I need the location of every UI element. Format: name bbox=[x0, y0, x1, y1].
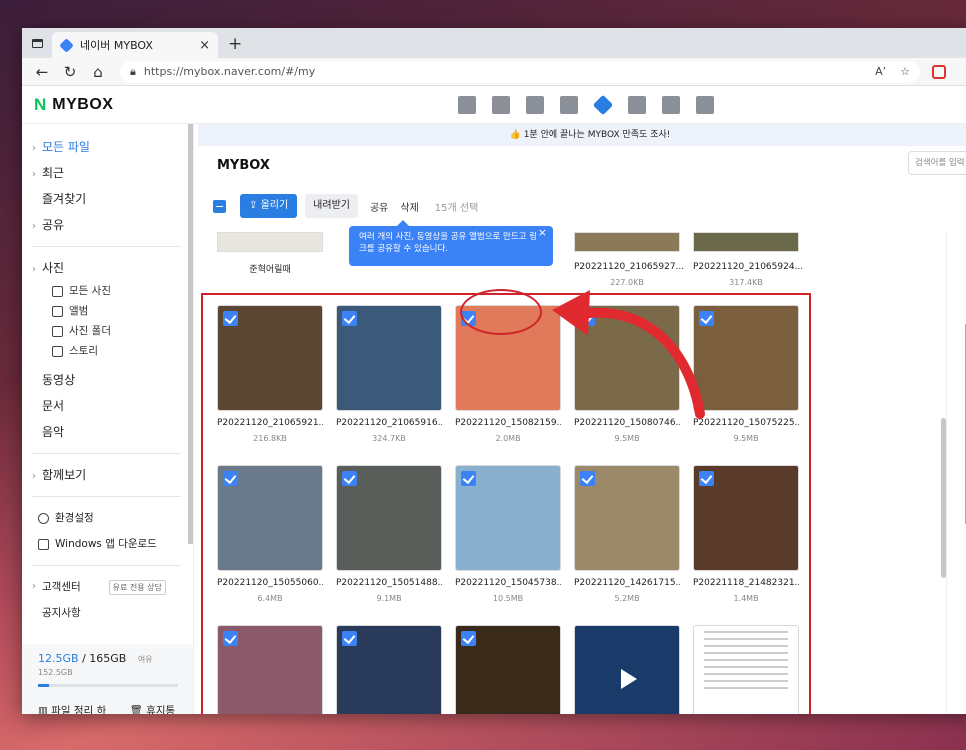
trash-link[interactable]: 🗑︎ 휴지통• bbox=[129, 703, 177, 714]
gear-icon bbox=[38, 512, 49, 524]
sidebar-item-together[interactable]: › 함께보기 bbox=[22, 462, 193, 488]
search-input[interactable]: 검색어를 입력 bbox=[908, 151, 966, 175]
divider bbox=[32, 453, 181, 454]
tab-close-icon[interactable]: × bbox=[199, 38, 210, 53]
detail-panel bbox=[946, 232, 966, 714]
divider bbox=[32, 246, 181, 247]
app-header: N MYBOX bbox=[22, 86, 966, 124]
upload-button[interactable]: ⇪ 올리기 bbox=[240, 194, 298, 218]
paid-support-badge[interactable]: 유료 전용 상담 bbox=[108, 579, 166, 595]
delete-button[interactable]: 삭제 bbox=[400, 199, 418, 214]
survey-banner[interactable]: 👍 1분 안에 끝나는 MYBOX 만족도 조사! bbox=[198, 124, 966, 146]
home-service-icon[interactable] bbox=[662, 96, 680, 114]
thumbs-up-icon: 👍 bbox=[509, 130, 521, 140]
memo-service-icon[interactable] bbox=[526, 96, 544, 114]
lock-icon: 🔒︎ bbox=[130, 64, 136, 78]
url-text: https://mybox.naver.com/#/my bbox=[143, 65, 316, 78]
mybox-favicon-icon bbox=[59, 37, 74, 53]
selected-count: 15개 선택 bbox=[434, 202, 479, 214]
sidebar-item-photo-folder[interactable]: 사진 폴더 bbox=[22, 321, 193, 341]
settings-link[interactable]: 환경설정 bbox=[22, 505, 193, 531]
address-bar-row: ← ↻ ⌂ 🔒︎ https://mybox.naver.com/#/my Aʼ… bbox=[22, 58, 966, 86]
sidebar-item-recent[interactable]: › 최근 bbox=[22, 160, 193, 186]
album-icon bbox=[52, 305, 63, 317]
calendar-service-icon[interactable] bbox=[492, 96, 510, 114]
service-switcher bbox=[458, 94, 714, 116]
divider bbox=[32, 496, 181, 497]
storage-bar bbox=[38, 684, 178, 687]
tab-title: 네이버 MYBOX bbox=[80, 39, 153, 52]
sidebar-item-all-photos[interactable]: 모든 사진 bbox=[22, 281, 193, 301]
sidebar-item-photos[interactable]: › 사진 bbox=[22, 255, 193, 281]
sidebar-item-documents[interactable]: 문서 bbox=[22, 393, 193, 419]
mybox-logo[interactable]: N MYBOX bbox=[34, 95, 113, 115]
url-field[interactable]: 🔒︎ https://mybox.naver.com/#/my Aʼ ☆ bbox=[120, 60, 920, 83]
notice-link[interactable]: 공지사항 bbox=[22, 600, 193, 626]
chart-icon: ▥ bbox=[38, 705, 52, 714]
monitor-icon bbox=[38, 538, 49, 550]
home-icon[interactable]: ⌂ bbox=[84, 63, 112, 81]
sidebar: › 모든 파일 › 최근 즐겨찾기 › 공유 › 사진 모든 사진 앨범 사진 폴더 스… bbox=[22, 124, 194, 714]
share-button[interactable]: 공유 bbox=[370, 199, 388, 214]
storage-panel: 12.5GB / 165GB 여유 152.5GB ▥ 파일 정리 하기 🗑︎ … bbox=[22, 644, 193, 714]
storage-bar-fill bbox=[38, 684, 49, 687]
sidebar-item-story[interactable]: 스토리 bbox=[22, 341, 193, 361]
select-all-checkbox[interactable] bbox=[213, 199, 226, 213]
read-aloud-icon[interactable]: Aʼ bbox=[875, 65, 886, 78]
windows-app-download-link[interactable]: Windows 앱 다운로드 bbox=[22, 531, 193, 557]
mybox-service-icon[interactable] bbox=[592, 94, 614, 116]
close-icon[interactable]: × bbox=[538, 227, 547, 239]
sidebar-item-album[interactable]: 앨범 bbox=[22, 301, 193, 321]
extension-icon[interactable] bbox=[932, 64, 946, 79]
sidebar-item-share[interactable]: › 공유 bbox=[22, 212, 193, 238]
tab-bar: 네이버 MYBOX × + bbox=[22, 28, 966, 58]
bookmark-service-icon[interactable] bbox=[696, 96, 714, 114]
contacts-service-icon[interactable] bbox=[560, 96, 578, 114]
main-area: › 모든 파일 › 최근 즐겨찾기 › 공유 › 사진 모든 사진 앨범 사진 폴더 스… bbox=[22, 124, 966, 714]
photo-icon bbox=[52, 285, 63, 297]
favorite-star-icon[interactable]: ☆ bbox=[900, 65, 910, 78]
annotation-arrow bbox=[552, 290, 705, 419]
divider bbox=[32, 565, 181, 566]
storage-usage: 12.5GB / 165GB 여유 152.5GB bbox=[38, 652, 153, 677]
back-icon[interactable]: ← bbox=[28, 63, 56, 81]
highlight-circle bbox=[460, 289, 542, 335]
naver-n-logo: N bbox=[34, 94, 47, 114]
sidebar-item-video[interactable]: 동영상 bbox=[22, 367, 193, 393]
sidebar-item-all-files[interactable]: › 모든 파일 bbox=[22, 134, 193, 160]
list-item[interactable]: 준혁어릴때 bbox=[217, 232, 323, 281]
sidebar-scrollbar[interactable] bbox=[188, 124, 193, 544]
sidebar-item-favorites[interactable]: 즐겨찾기 bbox=[22, 186, 193, 212]
grid-service-icon[interactable] bbox=[628, 96, 646, 114]
content-area: 👍 1분 안에 끝나는 MYBOX 만족도 조사! MYBOX 검색어를 입력 … bbox=[194, 124, 966, 714]
download-button[interactable]: 내려받기 bbox=[305, 194, 358, 218]
upload-icon: ⇪ bbox=[249, 200, 261, 211]
trash-icon: 🗑︎ bbox=[129, 705, 147, 714]
sidebar-item-music[interactable]: 음악 bbox=[22, 419, 193, 445]
refresh-icon[interactable]: ↻ bbox=[56, 63, 84, 81]
mail-service-icon[interactable] bbox=[458, 96, 476, 114]
organize-files-link[interactable]: ▥ 파일 정리 하기 bbox=[38, 703, 111, 714]
support-link[interactable]: › 고객센터 유료 전용 상담 bbox=[22, 574, 193, 600]
browser-tab[interactable]: 네이버 MYBOX × bbox=[52, 32, 218, 58]
new-tab-button[interactable]: + bbox=[228, 34, 242, 54]
logo-text: MYBOX bbox=[52, 95, 114, 113]
toolbar: ⇪ 올리기 내려받기 공유 삭제 15개 선택 bbox=[213, 194, 478, 218]
page-title: MYBOX bbox=[217, 158, 270, 173]
folder-icon bbox=[52, 325, 63, 337]
share-album-tooltip: 여러 개의 사진, 동영상을 공유 앨범으로 만드고 링크를 공유할 수 있습니… bbox=[349, 220, 553, 266]
cube-icon bbox=[52, 345, 63, 357]
window-menu-icon[interactable] bbox=[22, 28, 52, 58]
browser-window: 네이버 MYBOX × + ← ↻ ⌂ 🔒︎ https://mybox.nav… bbox=[22, 28, 966, 714]
